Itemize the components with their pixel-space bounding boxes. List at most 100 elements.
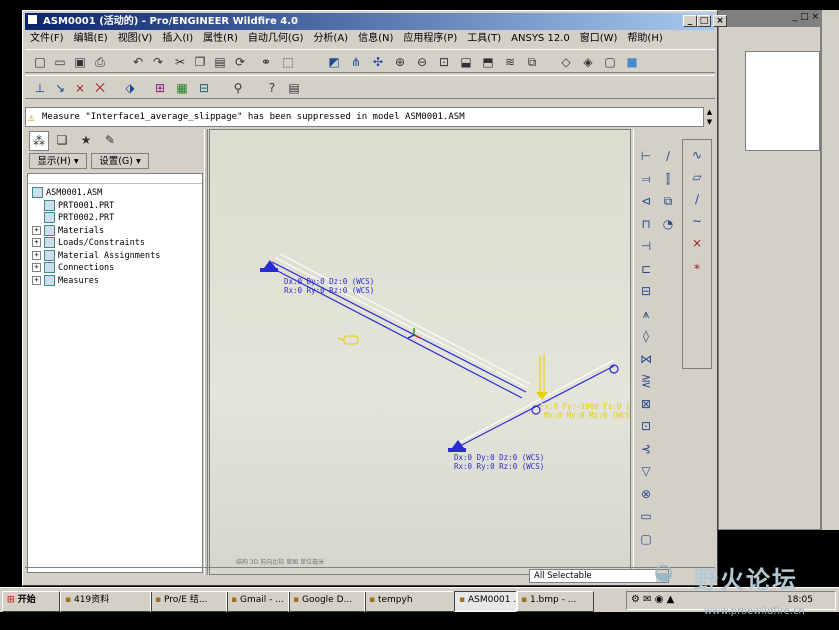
tree-item[interactable]: + Connections [32,262,114,274]
window-titlebar[interactable]: ASM0001 (活动的) - Pro/ENGINEER Wildfire 4.… [25,13,715,30]
taskbar-button[interactable]: ▪ Pro/E 结... [150,591,228,612]
new-file-icon[interactable]: □ [31,53,49,71]
undo-icon[interactable]: ↶ [129,53,147,71]
model-graphics[interactable]: Dx:0 Dy:0 Dz:0 (WCS) Rx:0 Ry:0 Rz:0 (WCS… [210,130,630,574]
tree-expand-icon[interactable]: + [32,250,41,260]
favorites-tab-icon[interactable]: ★ [77,131,95,149]
feature-tool-icon[interactable]: ⩚ [637,305,655,323]
zoom-out-icon[interactable]: ⊖ [413,53,431,71]
point-icon[interactable]: ⨯ [71,79,89,97]
start-button[interactable]: ⊞ 开始 [2,591,60,612]
tree-item[interactable]: + Loads/Constraints [32,237,145,249]
feature-tool-icon[interactable]: ⋛ [637,372,655,390]
taskbar-button[interactable]: ▪ ASM0001 ... [454,591,518,612]
load-icon[interactable]: ↘ [51,79,69,97]
menu-item-1[interactable]: 编辑(E) [69,31,113,47]
regenerate-icon[interactable]: ⟳ [231,53,249,71]
coordinate-system-icon[interactable]: ⨉ [91,79,109,97]
minimize-button[interactable]: _ [683,15,697,27]
menu-item-9[interactable]: 工具(T) [462,31,506,47]
find-icon[interactable]: ⚭ [257,53,275,71]
print-icon[interactable]: ⎙ [91,53,109,71]
maximize-button[interactable]: □ [697,15,711,27]
datum-tool-icon[interactable]: ∿ [688,146,706,164]
spin-center-icon[interactable]: ✣ [369,53,387,71]
view-manager-icon[interactable]: ⧉ [523,53,541,71]
taskbar-button[interactable]: ▪ 1.bmp - ... [516,591,594,612]
close-button[interactable]: × [713,15,727,27]
feature-tool-icon[interactable]: ⫿ [659,170,677,188]
feature-tool-icon[interactable]: ▽ [637,462,655,480]
feature-tool-icon[interactable]: ⊣ [637,237,655,255]
tree-item[interactable]: PRT0002.PRT [44,212,114,224]
tree-item[interactable]: + Measures [32,274,99,287]
feature-tool-icon[interactable]: ▢ [637,530,655,548]
datum-plane-icon[interactable]: ◩ [325,53,343,71]
load-arrow[interactable] [536,354,548,400]
model-tree-tab-icon[interactable]: ⁂ [29,131,49,151]
taskbar-button[interactable]: ▪ Gmail - ... [226,591,290,612]
menu-item-10[interactable]: ANSYS 12.0 [506,31,575,47]
tree-item[interactable]: ASM0001.ASM [32,187,102,199]
paste-icon[interactable]: ▤ [211,53,229,71]
feature-tool-icon[interactable]: ◊ [637,327,655,345]
menu-item-7[interactable]: 信息(N) [353,31,398,47]
taskbar-button[interactable]: ▪ tempyh [364,591,456,612]
wireframe-icon[interactable]: ◇ [557,53,575,71]
feature-tool-icon[interactable]: ▭ [637,507,655,525]
panel-splitter[interactable] [204,129,208,575]
tree-expand-icon[interactable]: + [32,263,41,272]
shading-icon[interactable]: ■ [623,53,641,71]
feature-tool-icon[interactable]: ⊓ [637,215,655,233]
feature-tool-icon[interactable]: ∕ [659,147,677,165]
menu-item-0[interactable]: 文件(F) [25,31,69,47]
menu-item-8[interactable]: 应用程序(P) [398,31,462,47]
message-scrollbar[interactable]: ▲ ▼ [703,107,715,127]
feature-tool-icon[interactable]: ⧉ [659,192,677,210]
feature-tool-icon[interactable]: ⊟ [637,282,655,300]
simulation-icon[interactable]: ⚲ [229,79,247,97]
redo-icon[interactable]: ↷ [149,53,167,71]
tree-item[interactable]: + Material Assignments [32,249,160,262]
menu-item-12[interactable]: 帮助(H) [622,31,667,47]
feature-tool-icon[interactable]: ⊏ [637,260,655,278]
help-context-icon[interactable]: ? [263,79,281,97]
no-hidden-icon[interactable]: ▢ [601,53,619,71]
taskbar-button[interactable]: ▪ Google D... [288,591,366,612]
menu-item-6[interactable]: 分析(A) [308,31,353,47]
graphics-window[interactable]: Dx:0 Dy:0 Dz:0 (WCS) Rx:0 Ry:0 Rz:0 (WCS… [209,129,631,575]
menu-item-11[interactable]: 窗口(W) [575,31,623,47]
datum-tool-icon[interactable]: ∼ [688,212,706,230]
settings-menu-button[interactable]: 设置(G) ▾ [91,153,149,169]
feature-tool-icon[interactable]: ⊗ [637,485,655,503]
hidden-line-icon[interactable]: ◈ [579,53,597,71]
constraint-bottom-left[interactable] [448,440,466,452]
constraint-icon[interactable]: ⊥ [31,79,49,97]
layers-icon[interactable]: ≋ [501,53,519,71]
tree-expand-icon[interactable]: + [32,275,41,285]
folder-browser-tab-icon[interactable]: ❏ [53,131,71,149]
feature-tool-icon[interactable]: ⋈ [637,350,655,368]
model-info-icon[interactable]: ▤ [285,79,303,97]
menu-item-3[interactable]: 插入(I) [157,31,198,47]
feature-tool-icon[interactable]: ⊠ [637,395,655,413]
beam-upper[interactable] [269,253,531,399]
feature-tool-icon[interactable]: ⊲ [637,192,655,210]
datum-tool-icon[interactable]: ▱ [688,168,706,186]
zoom-in-icon[interactable]: ⊕ [391,53,409,71]
open-file-icon[interactable]: ▭ [51,53,69,71]
feature-tool-icon[interactable]: ◔ [659,215,677,233]
feature-tool-icon[interactable]: ⫤ [637,170,655,188]
tree-item[interactable]: + Materials [32,224,104,237]
menu-item-5[interactable]: 自动几何(G) [243,31,309,47]
tree-item[interactable]: PRT0001.PRT [44,199,114,212]
taskbar-button[interactable]: ▪ 419资料 [60,591,152,612]
reorient-icon[interactable]: ⬓ [457,53,475,71]
refit-icon[interactable]: ⊡ [435,53,453,71]
measure-marker[interactable] [337,335,359,345]
select-box-icon[interactable]: ⬚ [279,53,297,71]
datum-axis-icon[interactable]: ⋔ [347,53,365,71]
results-icon[interactable]: ▦ [173,79,191,97]
history-tab-icon[interactable]: ✎ [101,131,119,149]
mesh-icon[interactable]: ⬗ [121,79,139,97]
